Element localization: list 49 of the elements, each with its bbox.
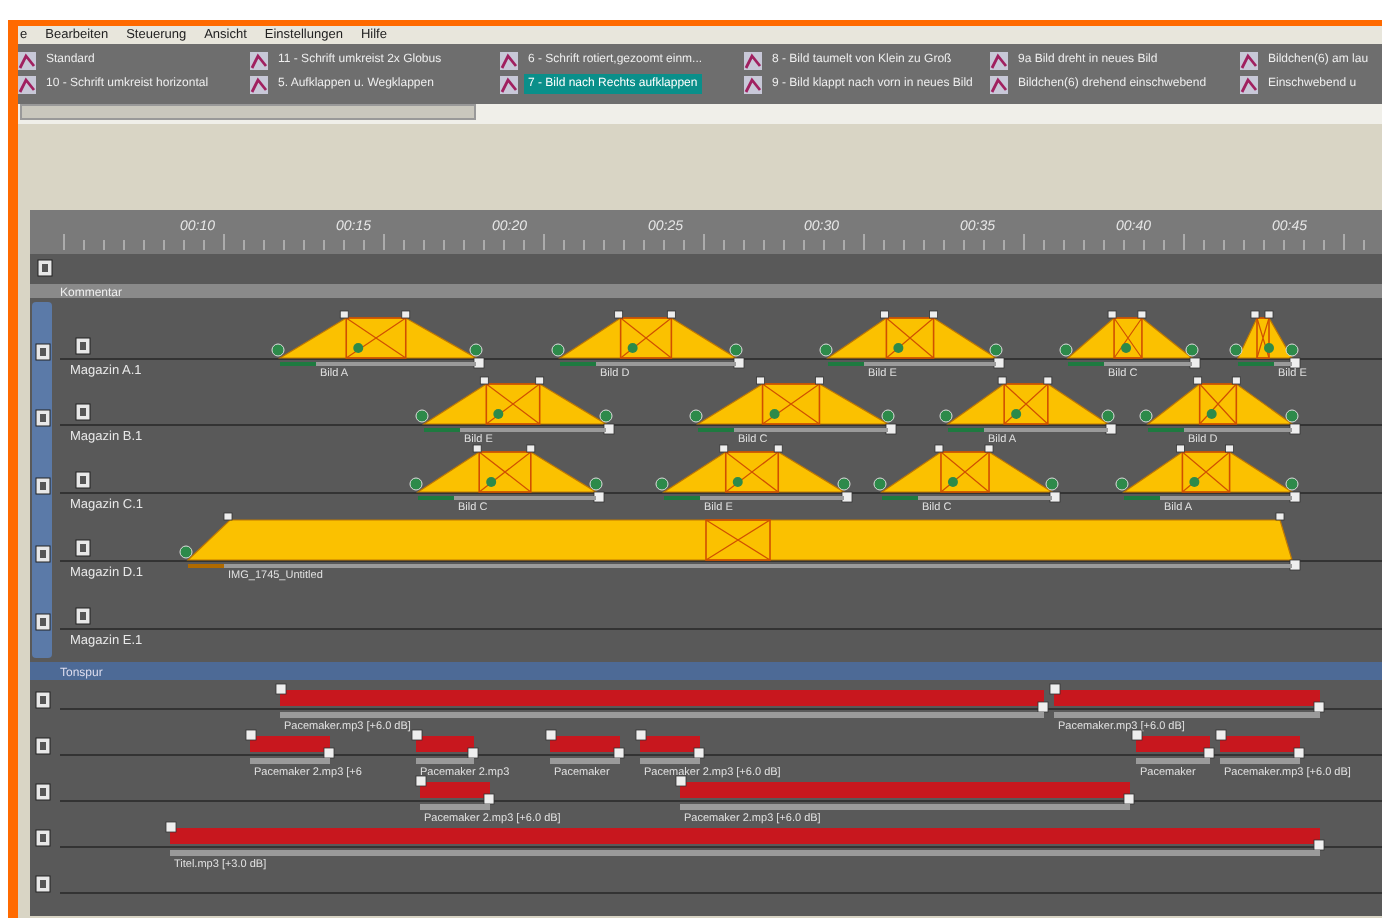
track-icon[interactable] [75, 539, 91, 557]
track-icon[interactable] [75, 403, 91, 421]
effect-icon [250, 51, 268, 69]
audio-clip[interactable] [1215, 729, 1305, 764]
audio-clip[interactable] [245, 729, 335, 764]
effect-icon [250, 75, 268, 93]
effect-icon [500, 75, 518, 93]
image-clip[interactable] [415, 376, 615, 435]
track-icon[interactable] [75, 607, 91, 625]
audio-clip[interactable] [1131, 729, 1215, 764]
track-icon[interactable] [35, 737, 51, 755]
effect-icon [18, 75, 36, 93]
image-clip[interactable] [1115, 444, 1301, 503]
image-clip[interactable] [689, 376, 897, 435]
effect-icon [744, 51, 762, 69]
audio-clip[interactable] [1049, 683, 1325, 718]
track-icon[interactable] [35, 783, 51, 801]
audio-clip[interactable] [165, 821, 1325, 856]
image-clip[interactable] [819, 310, 1005, 369]
track-icon[interactable] [37, 259, 53, 277]
audio-clip[interactable] [411, 729, 479, 764]
track-icon[interactable] [35, 875, 51, 893]
image-clip[interactable] [655, 444, 853, 503]
track-icon[interactable] [75, 471, 91, 489]
effect-icon [18, 51, 36, 69]
image-clip[interactable] [1229, 310, 1301, 369]
effect-icon [1240, 51, 1258, 69]
audio-clip[interactable] [675, 775, 1135, 810]
scrollbar[interactable] [20, 104, 476, 120]
audio-clip[interactable] [545, 729, 625, 764]
audio-clip[interactable] [415, 775, 495, 810]
image-clip[interactable] [1059, 310, 1201, 369]
track-icon[interactable] [75, 337, 91, 355]
image-clip[interactable] [873, 444, 1061, 503]
track-icon[interactable] [35, 691, 51, 709]
track-icon[interactable] [35, 829, 51, 847]
effect-icon [990, 51, 1008, 69]
image-clip[interactable] [271, 310, 485, 369]
image-clip[interactable] [179, 512, 1301, 571]
audio-clip[interactable] [275, 683, 1049, 718]
image-clip[interactable] [551, 310, 745, 369]
effect-icon [500, 51, 518, 69]
image-clip[interactable] [1139, 376, 1301, 435]
image-clip[interactable] [939, 376, 1117, 435]
image-clip[interactable] [409, 444, 605, 503]
audio-clip[interactable] [635, 729, 705, 764]
effect-icon [1240, 75, 1258, 93]
effect-icon [744, 75, 762, 93]
effect-icon [990, 75, 1008, 93]
